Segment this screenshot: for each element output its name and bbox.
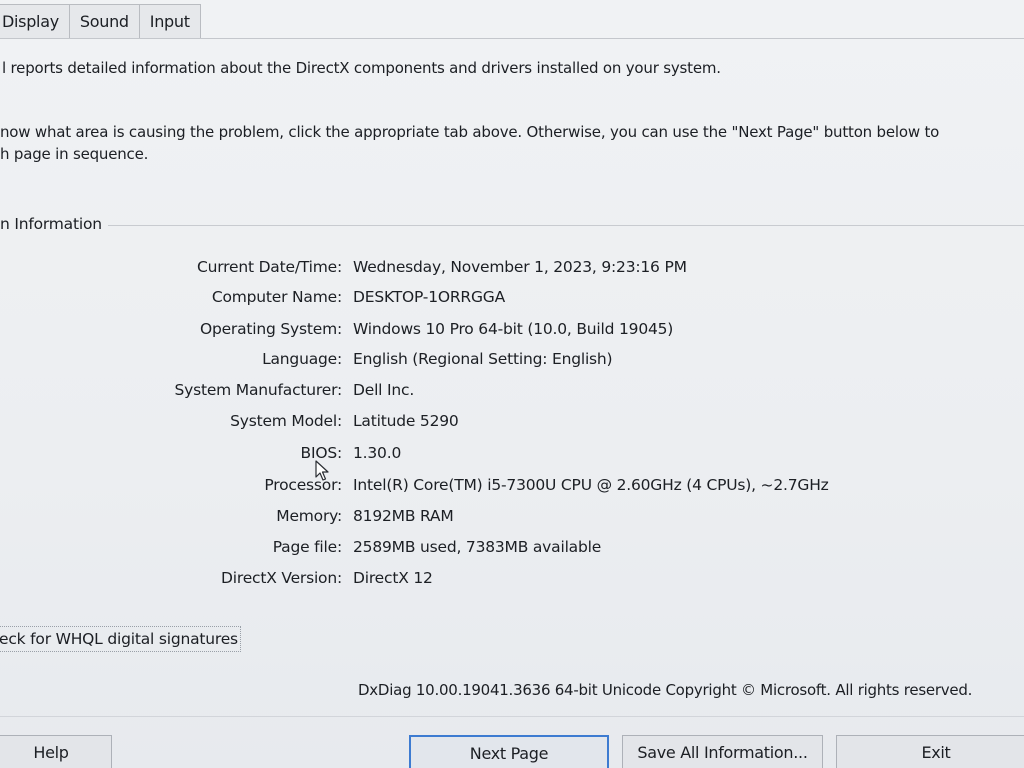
tab-strip: Display Sound Input <box>0 0 201 38</box>
help-button[interactable]: Help <box>0 735 112 768</box>
info-label: Language: <box>262 350 342 368</box>
info-row-system-manufacturer: System Manufacturer: Dell Inc. <box>0 381 1024 405</box>
info-value: 1.30.0 <box>353 444 402 462</box>
info-value: Latitude 5290 <box>353 412 459 430</box>
info-row-date-time: Current Date/Time: Wednesday, November 1… <box>0 258 1024 282</box>
info-value: English (Regional Setting: English) <box>353 350 613 368</box>
copyright-text: DxDiag 10.00.19041.3636 64-bit Unicode C… <box>358 681 973 699</box>
system-information-group-label: n Information <box>0 215 108 233</box>
intro-text-block: now what area is causing the problem, cl… <box>0 121 1010 165</box>
info-row-processor: Processor: Intel(R) Core(TM) i5-7300U CP… <box>0 476 1024 500</box>
info-label: Processor: <box>264 476 342 494</box>
info-value: 8192MB RAM <box>353 507 454 525</box>
footer-divider <box>0 716 1024 717</box>
help-button-label: Help <box>33 743 69 762</box>
tab-display[interactable]: Display <box>0 4 70 38</box>
exit-button-label: Exit <box>921 743 951 762</box>
info-row-memory: Memory: 8192MB RAM <box>0 507 1024 531</box>
whql-checkbox-label: eck for WHQL digital signatures <box>0 630 238 648</box>
info-value: Intel(R) Core(TM) i5-7300U CPU @ 2.60GHz… <box>353 476 829 494</box>
info-label: Memory: <box>276 507 342 525</box>
info-label: Computer Name: <box>211 288 342 306</box>
save-all-information-button[interactable]: Save All Information... <box>622 735 823 768</box>
next-page-button-label: Next Page <box>469 744 549 763</box>
intro-text-line-1: l reports detailed information about the… <box>2 59 721 77</box>
tab-sound[interactable]: Sound <box>68 4 140 38</box>
info-row-page-file: Page file: 2589MB used, 7383MB available <box>0 538 1024 562</box>
tab-input[interactable]: Input <box>138 4 201 38</box>
info-row-directx-version: DirectX Version: DirectX 12 <box>0 569 1024 593</box>
info-value: DirectX 12 <box>353 569 433 587</box>
intro-text-line-2: now what area is causing the problem, cl… <box>0 123 940 141</box>
tab-divider <box>0 38 1024 39</box>
info-label: Page file: <box>272 538 342 556</box>
info-label: Operating System: <box>199 320 342 338</box>
next-page-button[interactable]: Next Page <box>409 735 609 768</box>
info-row-bios: BIOS: 1.30.0 <box>0 444 1024 468</box>
info-label: DirectX Version: <box>221 569 342 587</box>
info-label: System Model: <box>230 412 342 430</box>
info-value: Wednesday, November 1, 2023, 9:23:16 PM <box>353 258 687 276</box>
info-row-system-model: System Model: Latitude 5290 <box>0 412 1024 436</box>
exit-button[interactable]: Exit <box>836 735 1024 768</box>
mouse-cursor-icon <box>315 460 329 486</box>
info-label: System Manufacturer: <box>174 381 342 399</box>
info-value: 2589MB used, 7383MB available <box>353 538 602 556</box>
info-row-language: Language: English (Regional Setting: Eng… <box>0 350 1024 374</box>
info-value: DESKTOP-1ORRGGA <box>353 288 506 306</box>
dxdiag-window: Display Sound Input l reports detailed i… <box>0 0 1024 768</box>
save-all-information-button-label: Save All Information... <box>637 743 808 762</box>
intro-text-line-3: h page in sequence. <box>0 145 149 163</box>
info-row-computer-name: Computer Name: DESKTOP-1ORRGGA <box>0 288 1024 312</box>
info-label: Current Date/Time: <box>197 258 342 276</box>
info-row-operating-system: Operating System: Windows 10 Pro 64-bit … <box>0 320 1024 344</box>
info-value: Windows 10 Pro 64-bit (10.0, Build 19045… <box>353 320 674 338</box>
whql-signatures-checkbox[interactable]: eck for WHQL digital signatures <box>0 626 241 652</box>
info-value: Dell Inc. <box>353 381 415 399</box>
